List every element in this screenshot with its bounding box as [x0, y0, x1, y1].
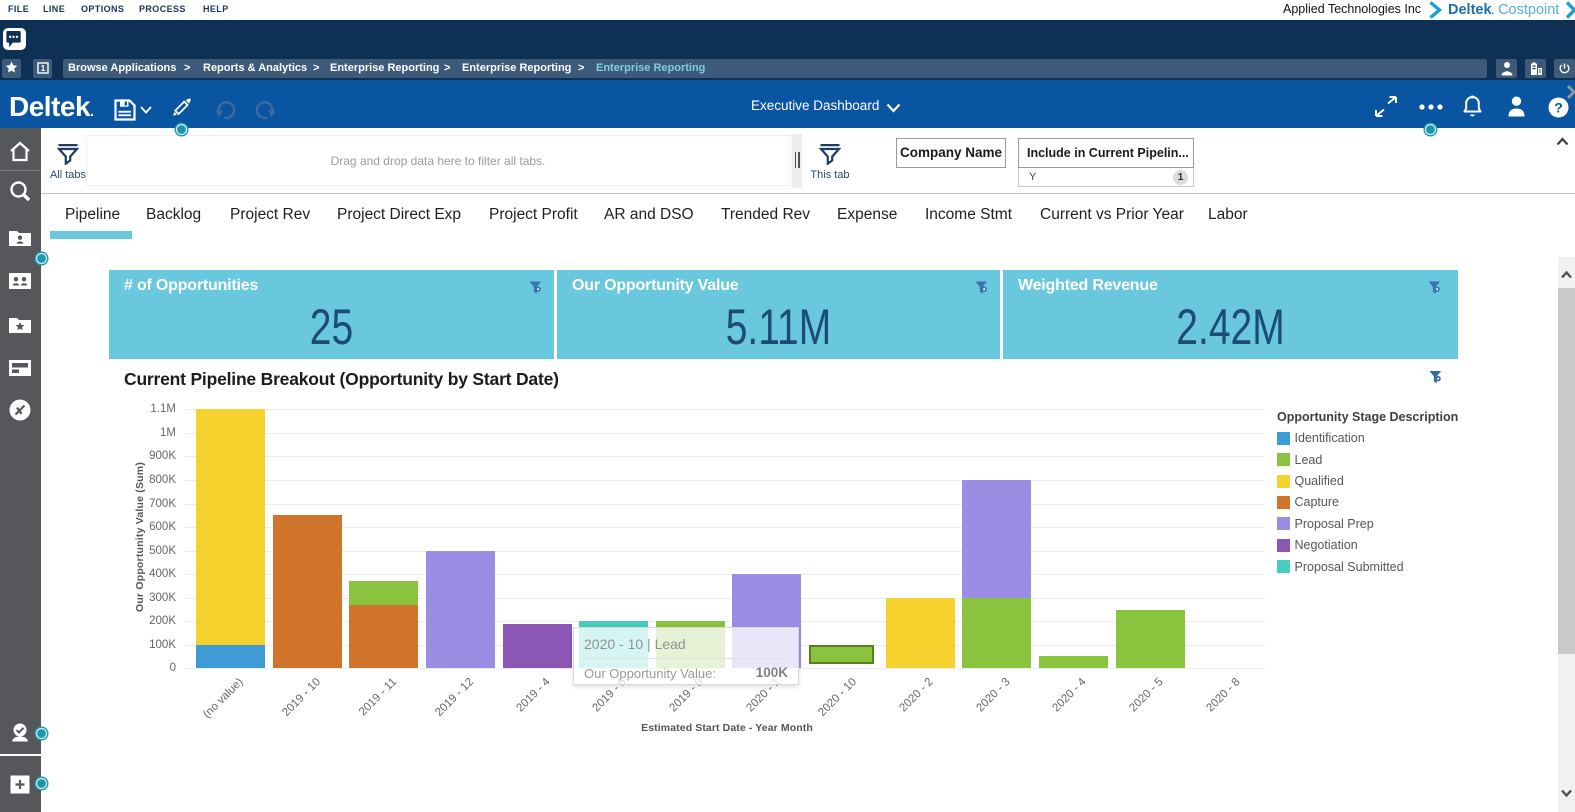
svg-text:?: ? [1554, 100, 1563, 116]
svg-text:1: 1 [41, 64, 46, 73]
